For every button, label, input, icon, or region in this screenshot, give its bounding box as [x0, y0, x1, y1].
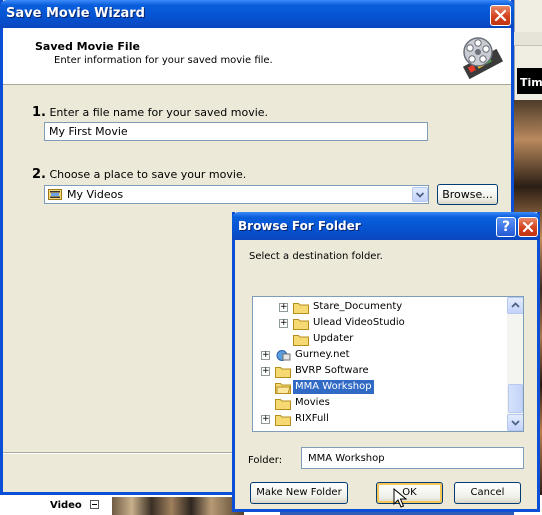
step2-label: 2. Choose a place to save your movie.	[32, 167, 246, 182]
step1-text: Enter a file name for your saved movie.	[49, 106, 269, 119]
tree-item-selected[interactable]: MMA Workshop	[253, 379, 507, 395]
step2-text: Choose a place to save your movie.	[49, 168, 247, 181]
cancel-button[interactable]: Cancel	[454, 482, 521, 504]
background-timeline-header: Tim	[517, 68, 542, 94]
tree-item[interactable]: + Ulead VideoStudio	[253, 315, 507, 331]
tree-item-label: Movies	[295, 397, 330, 408]
folder-icon	[275, 399, 291, 410]
chevron-down-icon	[511, 420, 520, 426]
step1-label: 1. Enter a file name for your saved movi…	[32, 105, 268, 120]
wizard-title-bar[interactable]: Save Movie Wizard	[0, 0, 514, 28]
page-title: Saved Movie File	[35, 40, 140, 53]
tree-item[interactable]: + Gurney.net	[253, 347, 507, 363]
page-subtitle: Enter information for your saved movie f…	[54, 55, 273, 66]
tree-scrollbar[interactable]	[507, 297, 523, 431]
scroll-up-button[interactable]	[507, 297, 523, 314]
wizard-close-button[interactable]	[490, 5, 511, 26]
tree-item-label: BVRP Software	[295, 365, 369, 376]
browse-dialog-title-bar[interactable]: Browse For Folder ?	[232, 212, 540, 240]
folder-icon	[293, 335, 309, 346]
scroll-down-button[interactable]	[507, 414, 523, 431]
scroll-thumb[interactable]	[508, 384, 523, 413]
folder-tree[interactable]: + Stare_Documenty + Ulead VideoStudio Up…	[252, 296, 524, 432]
tree-item-label: MMA Workshop	[293, 380, 374, 394]
expand-icon[interactable]: +	[261, 415, 270, 424]
tree-item-label: RIXFull	[295, 413, 329, 424]
browse-dialog-title: Browse For Folder	[238, 219, 361, 233]
open-folder-icon	[275, 383, 291, 394]
save-location-value: My Videos	[67, 188, 124, 201]
expand-icon[interactable]: +	[279, 319, 288, 328]
ok-button[interactable]: OK	[376, 482, 443, 504]
save-location-select[interactable]: My Videos	[44, 185, 429, 204]
network-folder-icon	[276, 350, 291, 361]
close-icon	[494, 9, 507, 22]
video-folder-icon	[48, 189, 62, 200]
browse-close-button[interactable]	[518, 217, 538, 237]
tree-item[interactable]: + Stare_Documenty	[253, 299, 507, 315]
wizard-header: Saved Movie File Enter information for y…	[3, 28, 511, 85]
movie-reel-icon	[462, 37, 504, 79]
folder-icon	[275, 415, 291, 426]
browse-instruction: Select a destination folder.	[249, 251, 383, 262]
tree-item[interactable]: Movies	[253, 395, 507, 411]
tree-item[interactable]: + RIXFull	[253, 411, 507, 427]
video-track-label: Video	[50, 500, 82, 511]
tree-item-label: Updater	[313, 333, 354, 344]
folder-input[interactable]	[301, 447, 524, 469]
movie-filename-input[interactable]	[44, 122, 428, 141]
tree-item[interactable]: Updater	[253, 331, 507, 347]
make-new-folder-button[interactable]: Make New Folder	[250, 482, 348, 504]
help-button[interactable]: ?	[496, 217, 516, 237]
expand-icon[interactable]: +	[279, 303, 288, 312]
chevron-up-icon	[511, 302, 520, 308]
background-app-toolbar	[514, 32, 542, 46]
tree-item-label: Ulead VideoStudio	[313, 317, 405, 328]
location-dropdown-button[interactable]	[412, 187, 428, 202]
chevron-down-icon	[415, 192, 425, 198]
tree-item-label: Stare_Documenty	[313, 301, 403, 312]
close-icon	[522, 221, 534, 233]
folder-icon	[293, 319, 309, 330]
folder-icon	[275, 367, 291, 378]
video-track-thumbnails[interactable]	[112, 497, 244, 515]
help-icon: ?	[501, 219, 511, 235]
tree-item-label: Gurney.net	[295, 349, 350, 360]
step1-number: 1.	[32, 105, 46, 120]
wizard-title: Save Movie Wizard	[6, 6, 145, 21]
collapse-icon[interactable]	[90, 500, 99, 509]
expand-icon[interactable]: +	[261, 351, 270, 360]
folder-label: Folder:	[248, 455, 283, 466]
step2-number: 2.	[32, 167, 46, 182]
browse-button[interactable]: Browse...	[437, 184, 498, 205]
folder-icon	[293, 303, 309, 314]
tree-item[interactable]: + BVRP Software	[253, 363, 507, 379]
mouse-cursor-icon	[393, 488, 407, 508]
expand-icon[interactable]: +	[261, 367, 270, 376]
